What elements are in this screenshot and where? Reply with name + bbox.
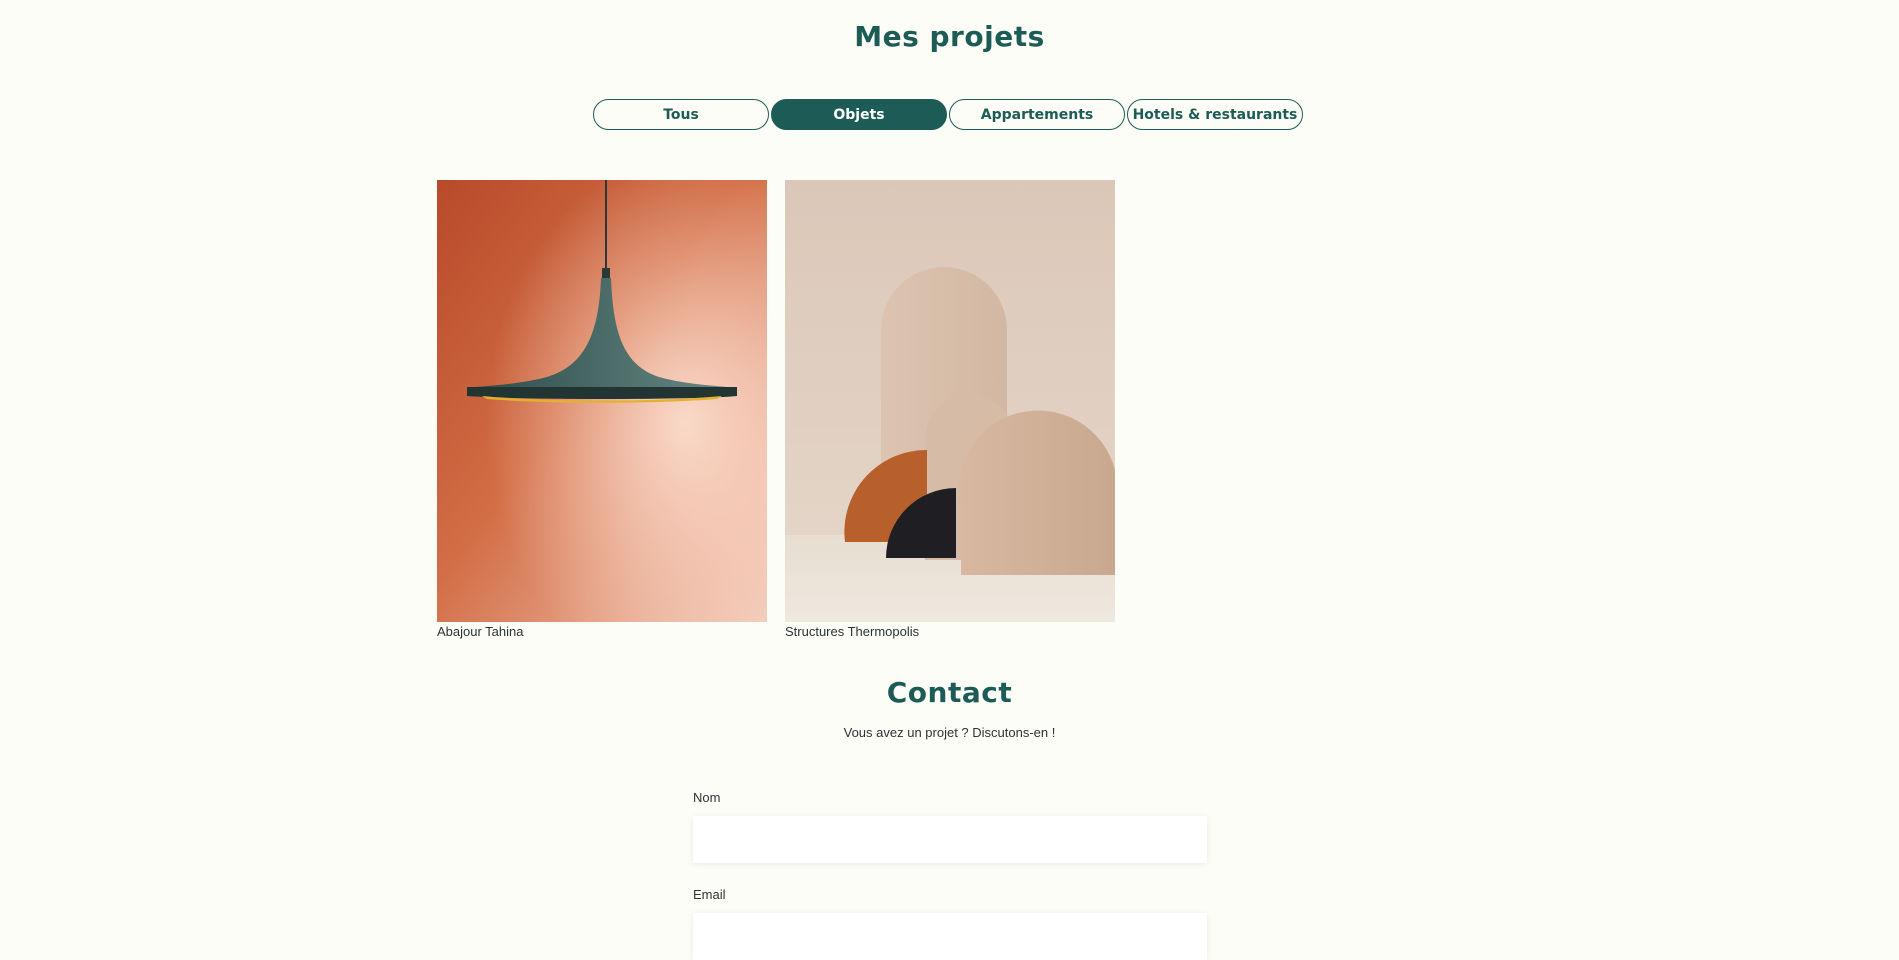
filter-hotels-restaurants-button[interactable]: Hotels & restaurants (1127, 99, 1303, 130)
project-gallery: Abajour Tahina Structures Thermopolis (437, 180, 1115, 640)
filter-appartements-button[interactable]: Appartements (949, 99, 1125, 130)
lamp-image[interactable] (437, 180, 767, 622)
project-card-abajour-tahina[interactable]: Abajour Tahina (437, 180, 767, 640)
contact-form: Nom Email (693, 790, 1207, 960)
email-field-group: Email (693, 887, 1207, 960)
project-caption: Structures Thermopolis (785, 624, 920, 639)
name-input[interactable] (693, 816, 1207, 863)
name-label: Nom (693, 790, 721, 805)
email-label: Email (693, 887, 726, 902)
contact-subtitle: Vous avez un projet ? Discutons-en ! (843, 725, 1056, 740)
structures-image[interactable] (785, 180, 1115, 622)
email-input[interactable] (693, 913, 1207, 960)
project-card-structures-thermopolis[interactable]: Structures Thermopolis (785, 180, 1115, 640)
contact-title: Contact (886, 676, 1013, 709)
projects-title: Mes projets (854, 20, 1045, 53)
project-filters: Tous Objets Appartements Hotels & restau… (593, 99, 1303, 130)
project-caption: Abajour Tahina (437, 624, 524, 639)
name-field-group: Nom (693, 790, 1207, 863)
filter-tous-button[interactable]: Tous (593, 99, 769, 130)
filter-objets-button[interactable]: Objets (771, 99, 947, 130)
